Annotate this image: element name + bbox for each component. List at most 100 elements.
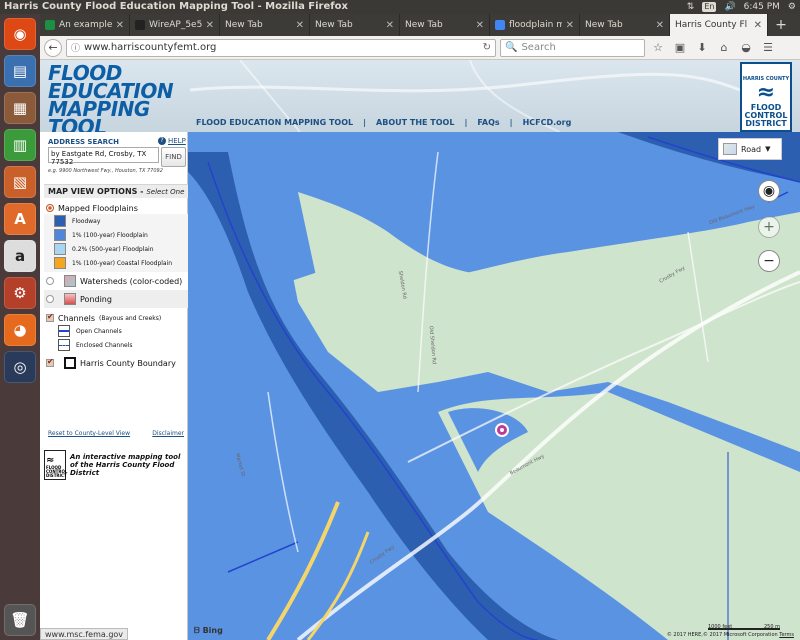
radio-mapped-floodplains[interactable] <box>46 204 54 212</box>
close-tab-icon[interactable]: ✕ <box>476 20 484 31</box>
tab-harris-county[interactable]: Harris County Fl ✕ <box>670 14 768 36</box>
hcfcd-logo[interactable]: HARRIS COUNTY ≈ FLOOD CONTROL DISTRICT <box>740 62 792 132</box>
map-style-selector[interactable]: Road ▼ <box>718 138 782 160</box>
home-icon[interactable]: ⌂ <box>715 39 733 57</box>
address-search-title: ADDRESS SEARCH <box>48 138 120 146</box>
firefox-icon[interactable]: ◕ <box>4 314 36 346</box>
nav-faqs[interactable]: FAQs <box>477 118 499 127</box>
locate-me-button[interactable]: ◉ <box>758 180 780 202</box>
address-input[interactable]: by Eastgate Rd, Crosby, TX 77532 <box>48 147 159 166</box>
power-icon[interactable]: ⚙ <box>788 0 796 14</box>
reload-icon[interactable]: ↻ <box>483 42 491 53</box>
legend-coastal: 1% (100-year) Coastal Floodplain <box>44 256 188 270</box>
tab-floodplain[interactable]: floodplain m ✕ <box>490 14 580 36</box>
network-icon[interactable]: ⇅ <box>687 0 695 14</box>
help-icon: ? <box>158 137 166 145</box>
site-logo[interactable]: FLOOD EDUCATION MAPPING TOOL <box>48 63 188 132</box>
channels-group: Channels (Bayous and Creeks) Open Channe… <box>44 312 188 372</box>
pocket-icon[interactable]: ◒ <box>737 39 755 57</box>
close-tab-icon[interactable]: ✕ <box>754 20 762 31</box>
chevron-down-icon: ▼ <box>765 145 771 153</box>
nav-bar: ← ⓘ www.harriscountyfemt.org ↻ 🔍 Search … <box>40 36 800 60</box>
search-placeholder: Search <box>521 42 556 53</box>
county-boundary-checkbox[interactable] <box>46 357 54 367</box>
tab-new-4[interactable]: New Tab ✕ <box>580 14 670 36</box>
terms-link[interactable]: Terms <box>779 632 794 638</box>
legend-enclosed-channels: Enclosed Channels <box>44 338 188 352</box>
github-icon <box>135 20 145 30</box>
watersheds-option[interactable]: Watersheds (color-coded) <box>44 272 188 290</box>
zoom-out-button[interactable]: − <box>758 250 780 272</box>
nav-about[interactable]: ABOUT THE TOOL <box>376 118 454 127</box>
disclaimer-link[interactable]: Disclaimer <box>152 430 184 437</box>
close-tab-icon[interactable]: ✕ <box>116 20 124 31</box>
tab-strip: An example ✕ WireAP_5e5 ✕ New Tab ✕ New Tab… <box>40 14 800 36</box>
map-view-options-header: MAP VIEW OPTIONS - Select One <box>44 184 188 198</box>
sidebar-links: Reset to County-Level View Disclaimer <box>48 430 184 437</box>
legend-floodway: Floodway <box>44 214 188 228</box>
ponding-swatch <box>64 293 76 305</box>
info-icon[interactable]: ⓘ <box>71 41 80 54</box>
floodplain-group: Mapped Floodplains Floodway 1% (100-year… <box>44 202 188 272</box>
legend-open-channels: Open Channels <box>44 324 188 338</box>
amazon-icon[interactable]: a <box>4 240 36 272</box>
writer-icon[interactable]: ▦ <box>4 92 36 124</box>
tab-new-1[interactable]: New Tab ✕ <box>220 14 310 36</box>
steam-icon[interactable]: ◎ <box>4 351 36 383</box>
tab-new-2[interactable]: New Tab ✕ <box>310 14 400 36</box>
new-tab-button[interactable]: + <box>768 14 794 36</box>
close-tab-icon[interactable]: ✕ <box>656 20 664 31</box>
menu-icon[interactable]: ☰ <box>759 39 777 57</box>
map-layer[interactable] <box>188 132 800 640</box>
tab-wireap[interactable]: WireAP_5e5 ✕ <box>130 14 220 36</box>
browser-window: An example ✕ WireAP_5e5 ✕ New Tab ✕ New Tab… <box>40 14 800 640</box>
mapped-floodplains-option[interactable]: Mapped Floodplains <box>44 202 188 214</box>
keyboard-indicator[interactable]: En <box>702 2 717 12</box>
nav-femt[interactable]: FLOOD EDUCATION MAPPING TOOL <box>196 118 353 127</box>
search-icon: 🔍 <box>505 42 518 53</box>
ponding-option[interactable]: Ponding <box>44 290 188 308</box>
radio-watersheds[interactable] <box>46 277 54 285</box>
ubuntu-icon[interactable]: ◉ <box>4 18 36 50</box>
plus-icon: + <box>763 219 775 235</box>
volume-icon[interactable]: 🔊 <box>724 0 735 14</box>
software-center-icon[interactable]: A <box>4 203 36 235</box>
close-tab-icon[interactable]: ✕ <box>566 20 574 31</box>
back-icon[interactable]: ← <box>44 38 62 57</box>
files-icon[interactable]: ▤ <box>4 55 36 87</box>
calc-icon[interactable]: ▥ <box>4 129 36 161</box>
county-boundary-option[interactable]: Harris County Boundary <box>44 354 188 372</box>
map-canvas[interactable]: Beaumont Hwy Crosby Fwy Crosby Fwy Old B… <box>188 132 800 640</box>
settings-icon[interactable]: ⚙ <box>4 277 36 309</box>
wave-icon: ≈ <box>756 80 776 105</box>
tab-an-example[interactable]: An example ✕ <box>40 14 130 36</box>
bookmark-star-icon[interactable]: ☆ <box>649 39 667 57</box>
reset-view-link[interactable]: Reset to County-Level View <box>48 430 130 437</box>
url-bar[interactable]: ⓘ www.harriscountyfemt.org ↻ <box>66 38 496 57</box>
find-button[interactable]: FIND <box>161 147 186 167</box>
legend-100yr: 1% (100-year) Floodplain <box>44 228 188 242</box>
hcfcd-mini-logo: ≈ FLOOD CONTROL DISTRICT <box>44 450 67 480</box>
sidebar-tagline: ≈ FLOOD CONTROL DISTRICT An interactive … <box>44 450 188 480</box>
help-link[interactable]: ? HELP <box>158 137 186 145</box>
reading-list-icon[interactable]: ▣ <box>671 39 689 57</box>
channels-option[interactable]: Channels (Bayous and Creeks) <box>44 312 188 324</box>
search-input[interactable]: 🔍 Search <box>500 38 645 57</box>
tab-new-3[interactable]: New Tab ✕ <box>400 14 490 36</box>
clock[interactable]: 6:45 PM <box>744 0 780 14</box>
map-copyright: © 2017 HERE,© 2017 Microsoft Corporation… <box>666 632 794 638</box>
impress-icon[interactable]: ▧ <box>4 166 36 198</box>
url-text[interactable]: www.harriscountyfemt.org <box>84 42 479 53</box>
close-tab-icon[interactable]: ✕ <box>296 20 304 31</box>
zoom-in-button[interactable]: + <box>758 216 780 238</box>
download-icon[interactable]: ⬇ <box>693 39 711 57</box>
watersheds-swatch <box>64 275 76 287</box>
trash-icon[interactable]: 🗑 <box>4 604 36 636</box>
close-tab-icon[interactable]: ✕ <box>386 20 394 31</box>
map-scale: 1000 feet 250 m <box>708 624 780 630</box>
nav-hcfcd[interactable]: HCFCD.org <box>523 118 572 127</box>
radio-ponding[interactable] <box>46 295 54 303</box>
channels-checkbox[interactable] <box>46 312 54 322</box>
close-tab-icon[interactable]: ✕ <box>206 20 214 31</box>
map-style-thumbnail <box>723 143 737 155</box>
